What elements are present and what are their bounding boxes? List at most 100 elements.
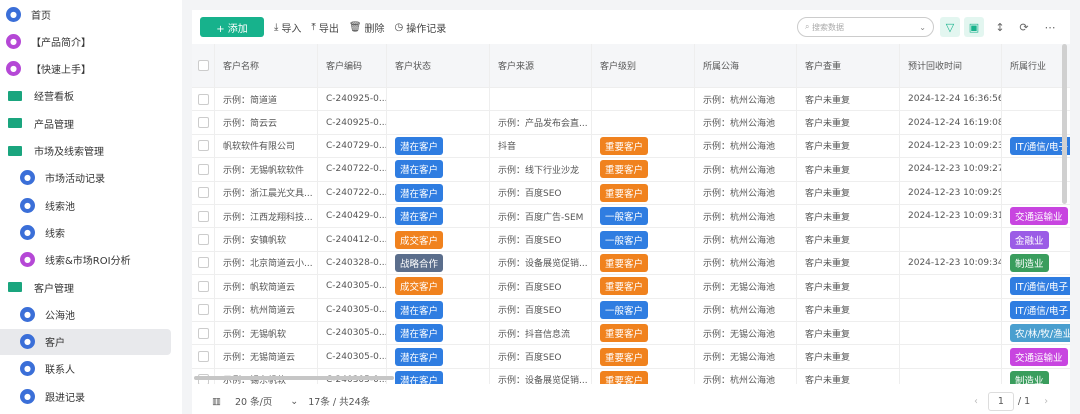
sidebar-item[interactable]: ● 联系人	[0, 356, 171, 382]
status-badge: 潜在客户	[395, 207, 444, 226]
row-checkbox[interactable]	[198, 304, 209, 316]
import-button[interactable]: ⤓ 导入	[274, 20, 301, 35]
table-cell: 2024-12-24 16:36:56	[900, 88, 1002, 111]
sidebar-item[interactable]: ● 【产品简介】	[0, 28, 171, 54]
row-checkbox[interactable]	[198, 117, 209, 129]
upload-icon: ⤒	[311, 21, 316, 33]
table-cell: 示例：杭州公海池	[695, 228, 797, 251]
table-cell: 客户未重复	[797, 181, 900, 204]
table-row[interactable]: 示例：无锡帆软软件 C-240722-0... 潜在客户 示例：线下行业沙龙 重要客户 示…	[192, 158, 1070, 182]
filter-icon[interactable]: ▽	[940, 17, 960, 37]
row-checkbox[interactable]	[198, 187, 209, 199]
add-button[interactable]: + 添加	[200, 17, 264, 37]
refresh-icon[interactable]: ⟳	[1014, 17, 1034, 37]
sidebar-item[interactable]: ● 线索&市场ROI分析	[0, 247, 171, 273]
sidebar-item[interactable]: ● 客户	[0, 328, 171, 355]
view-icon[interactable]: ▣	[964, 17, 984, 37]
sidebar-item[interactable]: ● 跟进记录	[0, 383, 171, 409]
table-row[interactable]: 示例：简道道 C-240925-0... 示例：杭州公海池 客户未重复 2024-12-…	[192, 88, 1070, 112]
table-cell: 示例：百度SEO	[490, 345, 592, 368]
table-cell: 客户未重复	[797, 88, 900, 111]
vertical-scrollbar[interactable]	[1062, 44, 1067, 204]
table-row[interactable]: 示例：无锡简道云 C-240305-0... 潜在客户 示例：百度SEO 重要客户 示例：…	[192, 345, 1070, 369]
table-row[interactable]: 示例：帆软简道云 C-240305-0... 成交客户 示例：百度SEO 重要客户 示例：…	[192, 275, 1070, 299]
table-cell: 示例：产品发布会直...	[490, 111, 592, 134]
export-button[interactable]: ⤒ 导出	[311, 20, 338, 35]
table-cell	[387, 111, 490, 134]
table-cell: 示例：江西龙翔科技...	[215, 205, 318, 228]
status-badge: 重要客户	[600, 183, 649, 202]
table-cell: 示例：杭州简道云	[215, 298, 318, 321]
sidebar-item[interactable]: 经营看板	[0, 83, 171, 109]
home-icon: ●	[6, 6, 21, 22]
row-checkbox[interactable]	[198, 163, 209, 175]
sidebar-item[interactable]: 客户管理	[0, 274, 171, 300]
table-cell	[1002, 158, 1070, 180]
row-checkbox[interactable]	[198, 327, 209, 339]
sidebar-item[interactable]: ● 首页	[0, 1, 171, 27]
columns-icon[interactable]: ▥	[212, 396, 221, 407]
row-checkbox[interactable]	[198, 60, 209, 71]
table-cell: C-240429-0...	[318, 205, 387, 228]
folder-open-icon	[8, 145, 22, 156]
table-cell: C-240305-0...	[318, 322, 387, 345]
sidebar-item[interactable]: ● 线索池	[0, 192, 171, 218]
row-checkbox[interactable]	[198, 210, 209, 222]
column-header[interactable]: 所属行业	[1002, 44, 1070, 87]
horizontal-scrollbar[interactable]	[194, 376, 394, 380]
search-input[interactable]: ⌕ 搜索数据 ⌄	[797, 17, 934, 37]
status-badge: 潜在客户	[395, 183, 444, 202]
table-cell: 示例：设备展览促销...	[490, 251, 592, 275]
status-badge: 重要客户	[600, 277, 649, 296]
table-cell: 重要客户	[592, 134, 695, 158]
sidebar-item[interactable]: ● 公海池	[0, 301, 171, 327]
row-checkbox[interactable]	[198, 93, 209, 105]
table-cell: 示例：抖音信息流	[490, 322, 592, 345]
status-badge: 重要客户	[600, 160, 649, 179]
table-cell: 潜在客户	[387, 322, 490, 345]
table-cell: C-240925-0...	[318, 88, 387, 111]
table-row[interactable]: 示例：简云云 C-240925-0... 示例：产品发布会直... 示例：杭州公海池客…	[192, 111, 1070, 135]
sort-icon[interactable]: ↕	[990, 17, 1010, 37]
more-icon[interactable]: ⋯	[1040, 17, 1060, 37]
sidebar-item[interactable]: ● 线索	[0, 219, 171, 245]
chevron-down-icon[interactable]: ⌄	[290, 396, 298, 407]
column-header[interactable]: 客户来源	[490, 44, 592, 87]
chevron-down-icon[interactable]: ⌄	[919, 23, 926, 32]
row-checkbox[interactable]	[198, 234, 209, 246]
row-checkbox[interactable]	[198, 140, 209, 152]
table-row[interactable]: 示例：江西龙翔科技... C-240429-0... 潜在客户 示例：百度广告-SEM…	[192, 205, 1070, 229]
table-row[interactable]: 示例：无锡帆软 C-240305-0... 潜在客户 示例：抖音信息流 重要客户 示例：无…	[192, 322, 1070, 346]
delete-button[interactable]: 🗑 删除	[349, 20, 385, 35]
table-row[interactable]: 示例：安镇帆软 C-240412-0... 成交客户 示例：百度SEO 一般客户 示例：杭…	[192, 228, 1070, 252]
table-cell: 2024-12-23 10:09:23	[900, 134, 1002, 158]
column-header[interactable]: 客户级别	[592, 44, 695, 87]
table-cell: 重要客户	[592, 275, 695, 298]
sidebar-item[interactable]: ● 【快速上手】	[0, 56, 171, 82]
next-page-button[interactable]: ›	[1044, 396, 1048, 407]
row-checkbox[interactable]	[198, 351, 209, 363]
table-row[interactable]: 示例：浙江晨光文具... C-240722-0... 潜在客户 示例：百度SEO 重要客…	[192, 181, 1070, 205]
sidebar-item[interactable]: 产品管理	[0, 110, 171, 136]
log-button[interactable]: ◷ 操作记录	[395, 20, 447, 35]
column-header[interactable]: 客户名称	[215, 44, 318, 87]
table-row[interactable]: 示例：北京简道云小... C-240328-0... 战略合作 示例：设备展览促销..…	[192, 251, 1070, 276]
prev-page-button[interactable]: ‹	[974, 396, 978, 407]
checkbox-cell	[192, 345, 215, 368]
column-header[interactable]: 所属公海	[695, 44, 797, 87]
row-checkbox[interactable]	[198, 280, 209, 292]
page-size-select[interactable]: 20 条/页	[235, 394, 272, 408]
checkbox-cell	[192, 158, 215, 181]
column-header[interactable]: 客户编码	[318, 44, 387, 87]
column-header[interactable]: 客户查重	[797, 44, 900, 87]
sidebar-item[interactable]: ● 市场活动记录	[0, 165, 171, 191]
table-row[interactable]: 帆软软件有限公司 C-240729-0... 潜在客户 抖音 重要客户 示例：杭州公海池客…	[192, 134, 1070, 159]
column-header[interactable]: 客户状态	[387, 44, 490, 87]
page-input[interactable]: 1	[987, 391, 1014, 411]
sidebar-item[interactable]: 市场及线索管理	[0, 138, 171, 164]
column-header[interactable]: 预计回收时间	[900, 44, 1002, 87]
table-row[interactable]: 示例：杭州简道云 C-240305-0... 潜在客户 示例：百度SEO 一般客户 示例：…	[192, 298, 1070, 322]
row-checkbox[interactable]	[198, 257, 209, 269]
table-cell	[900, 322, 1002, 345]
table-cell: 示例：无锡公海池	[695, 322, 797, 345]
